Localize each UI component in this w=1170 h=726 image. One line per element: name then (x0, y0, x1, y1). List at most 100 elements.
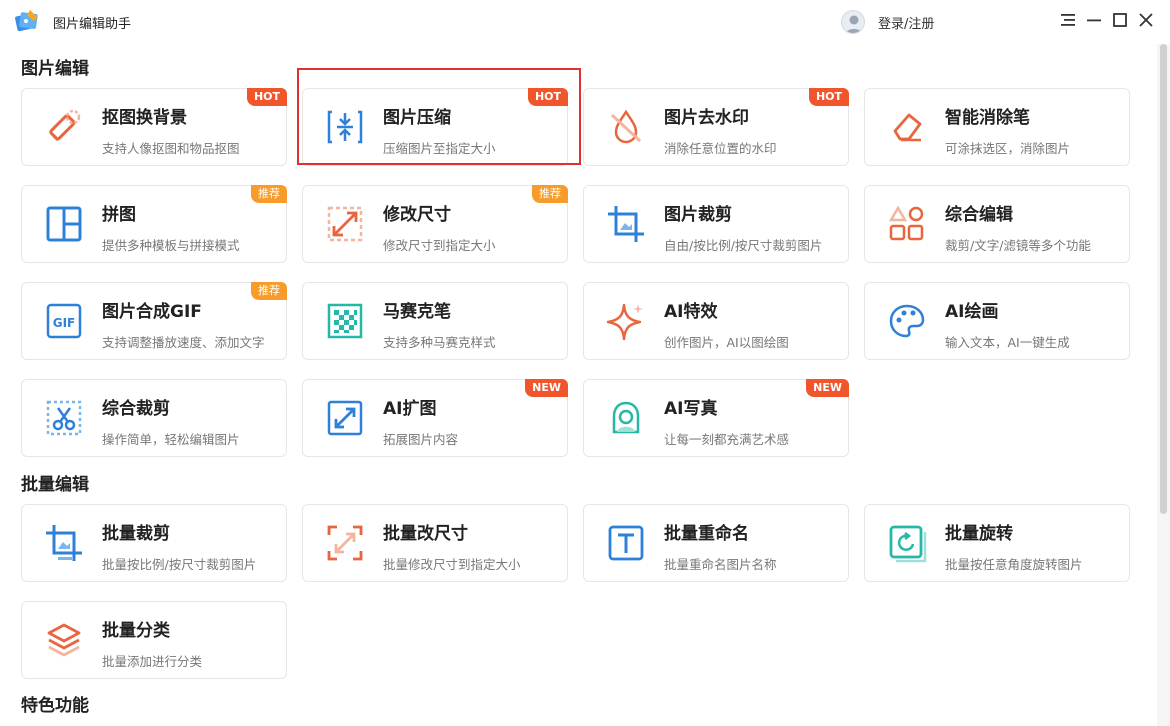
card-title: AI扩图 (383, 399, 437, 419)
card-desc: 支持调整播放速度、添加文字 (102, 335, 265, 350)
hot-badge: HOT (246, 88, 287, 106)
scissors-icon (46, 400, 82, 436)
card-title: 批量改尺寸 (383, 524, 468, 544)
card-title: 批量分类 (102, 621, 170, 641)
app-title: 图片编辑助手 (53, 17, 132, 32)
card-gif[interactable]: GIF 图片合成GIF 支持调整播放速度、添加文字 推荐 (21, 282, 287, 360)
card-title: 图片合成GIF (102, 302, 202, 322)
card-batch-classify[interactable]: 批量分类 批量添加进行分类 (21, 601, 287, 679)
login-register-link[interactable]: 登录/注册 (878, 13, 934, 32)
card-comprehensive-crop[interactable]: 综合裁剪 操作简单，轻松编辑图片 (21, 379, 287, 457)
recommend-badge: 推荐 (251, 282, 287, 300)
recommend-badge: 推荐 (532, 185, 568, 203)
close-icon[interactable] (1137, 11, 1155, 29)
eraser-icon (49, 109, 81, 142)
card-image-crop[interactable]: 图片裁剪 自由/按比例/按尺寸裁剪图片 (583, 185, 849, 263)
card-desc: 支持人像抠图和物品抠图 (102, 141, 240, 156)
card-title: 综合编辑 (945, 205, 1013, 225)
watermark-remove-icon (610, 109, 642, 144)
app-logo-icon (15, 10, 38, 32)
card-desc: 拓展图片内容 (383, 432, 459, 447)
card-desc: 消除任意位置的水印 (664, 141, 777, 156)
menu-icon[interactable] (1059, 11, 1077, 29)
portrait-icon (612, 401, 640, 434)
section-title-image-edit: 图片编辑 (21, 59, 89, 79)
rename-icon (608, 525, 644, 561)
card-desc: 批量按比例/按尺寸裁剪图片 (102, 557, 257, 572)
card-title: 图片裁剪 (664, 205, 732, 225)
card-desc: 支持多种马赛克样式 (383, 335, 496, 350)
card-title: 马赛克笔 (383, 302, 451, 322)
card-resize[interactable]: 修改尺寸 修改尺寸到指定大小 推荐 (302, 185, 568, 263)
card-title: 图片去水印 (664, 108, 749, 128)
card-title: AI写真 (664, 399, 718, 419)
card-batch-resize[interactable]: 批量改尺寸 批量修改尺寸到指定大小 (302, 504, 568, 582)
card-comprehensive-edit[interactable]: 综合编辑 裁剪/文字/滤镜等多个功能 (864, 185, 1130, 263)
gif-icon: GIF (46, 303, 82, 339)
card-desc: 自由/按比例/按尺寸裁剪图片 (664, 238, 823, 253)
sparkle-icon (606, 303, 643, 341)
card-desc: 批量重命名图片名称 (664, 557, 777, 572)
card-title: 图片压缩 (383, 108, 451, 128)
batch-resize-icon (327, 525, 363, 561)
scrollbar[interactable] (1157, 44, 1170, 726)
resize-icon (327, 206, 363, 242)
card-title: 批量旋转 (945, 524, 1013, 544)
card-batch-rotate[interactable]: 批量旋转 批量按任意角度旋转图片 (864, 504, 1130, 582)
batch-crop-icon (46, 525, 82, 561)
hot-badge: HOT (527, 88, 568, 106)
scrollbar-thumb[interactable] (1160, 44, 1167, 514)
card-desc: 批量按任意角度旋转图片 (945, 557, 1083, 572)
new-badge: NEW (525, 379, 568, 397)
maximize-icon[interactable] (1111, 11, 1129, 29)
card-mosaic-pen[interactable]: 马赛克笔 支持多种马赛克样式 (302, 282, 568, 360)
card-desc: 可涂抹选区，消除图片 (945, 141, 1071, 156)
title-bar: 图片编辑助手 登录/注册 (0, 0, 1170, 44)
card-title: 批量裁剪 (102, 524, 170, 544)
card-batch-rename[interactable]: 批量重命名 批量重命名图片名称 (583, 504, 849, 582)
card-collage[interactable]: 拼图 提供多种模板与拼接模式 推荐 (21, 185, 287, 263)
new-badge: NEW (806, 379, 849, 397)
card-image-compress[interactable]: 图片压缩 压缩图片至指定大小 HOT (302, 88, 568, 166)
card-title: AI特效 (664, 302, 718, 322)
card-title: 抠图换背景 (102, 108, 187, 128)
card-ai-effects[interactable]: AI特效 创作图片，AI以图绘图 (583, 282, 849, 360)
card-title: 综合裁剪 (102, 399, 170, 419)
svg-text:GIF: GIF (53, 316, 76, 330)
card-smart-eraser[interactable]: 智能消除笔 可涂抹选区，消除图片 (864, 88, 1130, 166)
eraser-pen-icon (893, 113, 922, 142)
card-desc: 创作图片，AI以图绘图 (664, 335, 789, 350)
avatar[interactable] (841, 10, 865, 34)
card-title: AI绘画 (945, 302, 999, 322)
minimize-icon[interactable] (1085, 11, 1103, 29)
card-desc: 输入文本，AI一键生成 (945, 335, 1070, 350)
card-ai-expand[interactable]: AI扩图 拓展图片内容 NEW (302, 379, 568, 457)
card-desc: 裁剪/文字/滤镜等多个功能 (945, 238, 1091, 253)
expand-icon (327, 400, 363, 436)
section-title-special-features: 特色功能 (21, 696, 89, 716)
card-desc: 批量添加进行分类 (102, 654, 203, 669)
shapes-icon (888, 205, 924, 241)
card-remove-watermark[interactable]: 图片去水印 消除任意位置的水印 HOT (583, 88, 849, 166)
collage-icon (46, 206, 82, 242)
compress-icon (327, 110, 363, 144)
card-desc: 压缩图片至指定大小 (383, 141, 496, 156)
card-desc: 修改尺寸到指定大小 (383, 238, 496, 253)
card-ai-portrait[interactable]: AI写真 让每一刻都充满艺术感 NEW (583, 379, 849, 457)
card-title: 智能消除笔 (945, 108, 1030, 128)
card-desc: 让每一刻都充满艺术感 (664, 432, 790, 447)
crop-icon (608, 206, 644, 242)
card-desc: 提供多种模板与拼接模式 (102, 238, 240, 253)
layers-icon (47, 623, 81, 657)
card-title: 批量重命名 (664, 524, 749, 544)
hot-badge: HOT (808, 88, 849, 106)
recommend-badge: 推荐 (251, 185, 287, 203)
section-title-batch-edit: 批量编辑 (21, 475, 89, 495)
mosaic-icon (327, 303, 363, 339)
card-desc: 批量修改尺寸到指定大小 (383, 557, 521, 572)
card-ai-painting[interactable]: AI绘画 输入文本，AI一键生成 (864, 282, 1130, 360)
card-cutout-background[interactable]: 抠图换背景 支持人像抠图和物品抠图 HOT (21, 88, 287, 166)
card-title: 拼图 (102, 205, 136, 225)
palette-icon (889, 304, 925, 338)
card-batch-crop[interactable]: 批量裁剪 批量按比例/按尺寸裁剪图片 (21, 504, 287, 582)
